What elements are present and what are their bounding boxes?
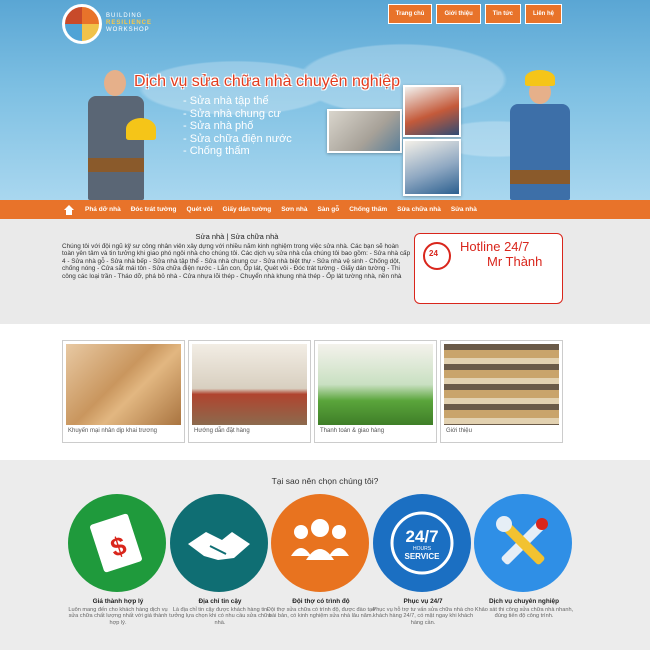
top-nav-about[interactable]: Giới thiệu [436,4,481,24]
feature-24-7[interactable]: 24/7 HOURS SERVICE Phục vụ 24/7 Phục vụ … [368,494,478,626]
service-24-7-icon: 24/7 HOURS SERVICE [373,494,471,592]
tools-icon [474,494,572,592]
feature-skilled-team[interactable]: Đội thợ có trình độ Đội thợ sửa chữa có … [266,494,376,620]
main-nav-item[interactable]: Giấy dán tường [218,206,277,213]
feature-trusted[interactable]: Địa chỉ tin cậy Là địa chỉ tin cậy được … [165,494,275,626]
top-nav: Trang chủ Giới thiệu Tin tức Liên hệ [387,4,562,24]
phone-24h-icon: 24 [423,242,451,270]
main-nav-item[interactable]: Quét vôi [182,206,218,213]
handshake-icon [170,494,268,592]
logo-line-1: BUILDING [106,13,143,19]
why-choose-us-section: Tại sao nên chọn chúng tôi? $ Giá thành … [0,460,650,650]
card-caption: Thanh toán & giao hàng [320,428,385,434]
intro-paragraph: Chúng tôi với đội ngũ kỹ sư công nhân vi… [62,243,411,280]
feature-fair-price[interactable]: $ Giá thành hợp lý Luôn mang đến cho khá… [63,494,173,626]
card-image [192,344,307,425]
logo-line-3: WORKSHOP [106,27,150,33]
top-nav-contact[interactable]: Liên hệ [524,4,562,24]
main-nav-item[interactable]: Sàn gỗ [313,206,345,213]
hero-service-item: Sửa nhà chung cư [183,108,292,121]
main-nav-item[interactable]: Chống thấm [344,206,392,213]
hero-service-list: Sửa nhà tập thể Sửa nhà chung cư Sửa nhà… [183,95,292,158]
card-caption: Giới thiệu [446,428,472,434]
main-nav-item[interactable]: Sửa nhà [446,206,482,213]
hero-photo-drill [403,139,461,196]
svg-text:SERVICE: SERVICE [405,552,441,561]
card-promotion[interactable]: Khuyến mại nhân dịp khai trương [62,340,185,443]
card-caption: Hướng dẫn đặt hàng [194,428,250,434]
home-icon[interactable] [64,204,74,215]
hero-service-item: Sửa nhà phố [183,120,292,133]
main-nav-item[interactable]: Phá dỡ nhà [80,206,126,213]
card-about[interactable]: Giới thiệu [440,340,563,443]
hotline-title: Hotline 24/7 [460,239,530,254]
intro-heading: Sửa nhà | Sửa chữa nhà [195,232,279,241]
top-nav-home[interactable]: Trang chủ [387,4,433,24]
site-logo[interactable]: BUILDING RESILIENCE WORKSHOP [62,4,172,44]
hero-photo-ceiling [327,109,402,153]
logo-mark-icon [62,4,102,44]
worker-right-image [500,70,590,200]
hero-service-item: Chống thấm [183,145,292,158]
logo-line-2: RESILIENCE [106,20,153,26]
hero-banner: BUILDING RESILIENCE WORKSHOP Trang chủ G… [0,0,650,200]
main-nav-item[interactable]: Sơn nhà [276,206,312,213]
main-nav-item[interactable]: Sửa chữa nhà [392,206,446,213]
top-nav-news[interactable]: Tin tức [484,4,521,24]
feature-professional[interactable]: Dịch vụ chuyên nghiệp Khảo sát thi công … [469,494,579,620]
team-icon [271,494,369,592]
why-heading: Tại sao nên chọn chúng tôi? [271,476,379,486]
hotline-contact-name: Mr Thành [487,254,543,269]
price-tag-icon: $ [68,494,166,592]
intro-section: Sửa nhà | Sửa chữa nhà Chúng tôi với đội… [0,219,650,324]
card-order-guide[interactable]: Hướng dẫn đặt hàng [188,340,311,443]
card-image [318,344,433,425]
card-image [66,344,181,425]
info-cards: Khuyến mại nhân dịp khai trương Hướng dẫ… [62,340,578,444]
hero-photo-wall [403,85,461,137]
svg-text:24/7: 24/7 [405,527,438,546]
main-nav: Phá dỡ nhà Đóc trát tường Quét vôi Giấy … [0,200,650,219]
hero-service-item: Sửa chữa điện nước [183,133,292,146]
hero-title: Dịch vụ sửa chữa nhà chuyên nghiệp [134,73,401,90]
card-payment-delivery[interactable]: Thanh toán & giao hàng [314,340,437,443]
hero-service-item: Sửa nhà tập thể [183,95,292,108]
main-nav-item[interactable]: Đóc trát tường [126,206,182,213]
card-caption: Khuyến mại nhân dịp khai trương [68,428,158,434]
hotline-box[interactable]: 24 Hotline 24/7 Mr Thành [414,233,563,304]
card-image [444,344,559,425]
